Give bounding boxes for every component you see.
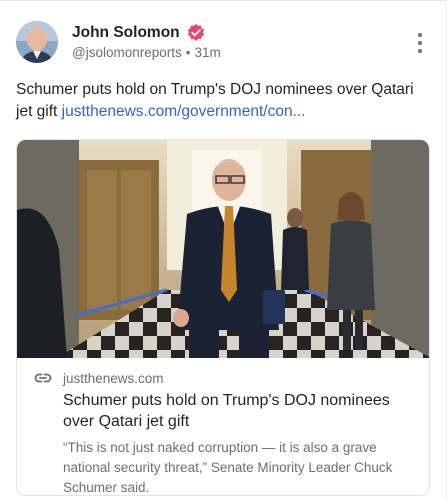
post-card[interactable]: John Solomon @jsolomonreports • 31m Schu… (0, 0, 447, 500)
link-description: “This is not just naked corruption — it … (63, 440, 393, 495)
post-header: John Solomon @jsolomonreports • 31m (16, 21, 430, 65)
post-timestamp[interactable]: 31m (194, 45, 220, 60)
post-link[interactable]: justthenews.com/government/con... (62, 103, 306, 120)
link-title[interactable]: Schumer puts hold on Trump's DOJ nominee… (63, 390, 415, 432)
author-meta: @jsolomonreports • 31m (72, 45, 221, 60)
meta-separator: • (185, 45, 191, 60)
author-handle[interactable]: @jsolomonreports (72, 45, 182, 60)
verified-badge-icon (186, 23, 206, 43)
avatar[interactable] (16, 21, 58, 63)
link-preview-meta: justthenews.com Schumer puts hold on Tru… (33, 368, 415, 495)
more-vertical-icon[interactable] (414, 33, 426, 53)
link-preview-card[interactable]: justthenews.com Schumer puts hold on Tru… (16, 139, 430, 496)
post-text: Schumer puts hold on Trump's DOJ nominee… (16, 79, 416, 123)
link-preview-image[interactable] (17, 140, 429, 358)
author-name[interactable]: John Solomon (72, 24, 180, 42)
link-domain[interactable]: justthenews.com (63, 371, 164, 386)
link-icon (33, 368, 53, 388)
